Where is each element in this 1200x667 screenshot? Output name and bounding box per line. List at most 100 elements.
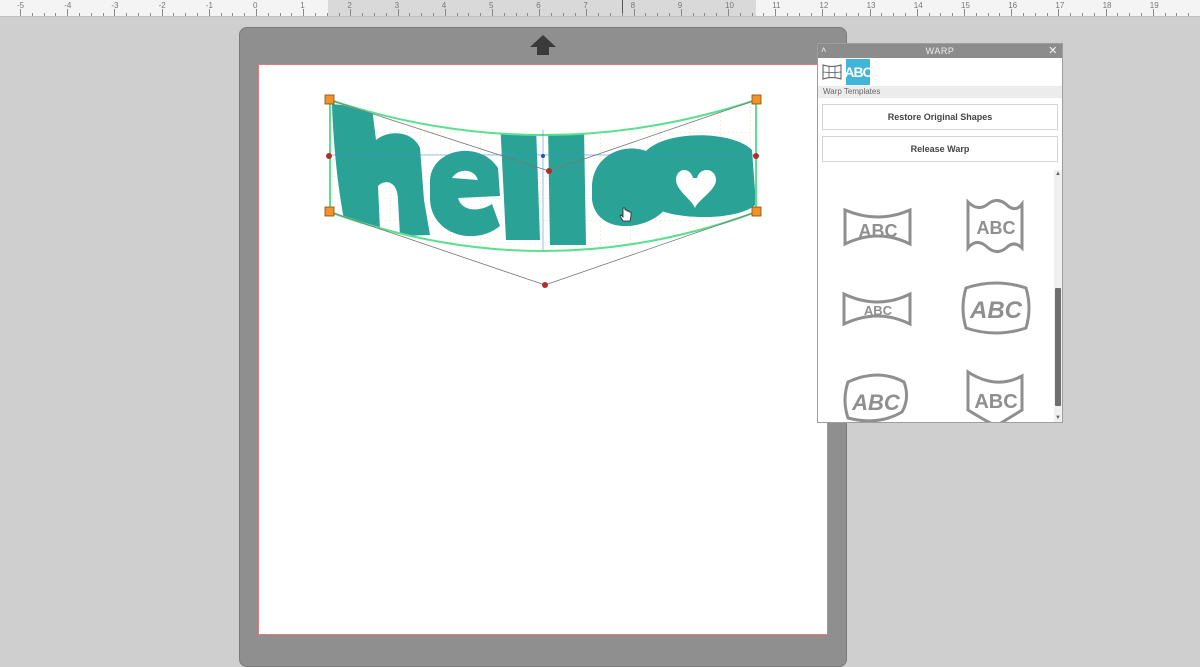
warp-template-arch-in[interactable]: ABC	[838, 198, 918, 268]
ruler-tick	[763, 13, 765, 16]
ruler-tick	[1011, 9, 1013, 16]
scrollbar-thumb[interactable]	[1055, 288, 1061, 406]
ruler-tick	[456, 13, 458, 16]
mesh-warp-tab[interactable]	[820, 59, 844, 85]
warp-template-bulge[interactable]: ABC	[956, 276, 1036, 346]
scroll-up-arrow-icon[interactable]: ▲	[1054, 170, 1062, 178]
ruler-tick	[692, 13, 694, 16]
warp-panel: ˄ WARP ✕ ABC Warp Templates Restore Orig…	[817, 43, 1063, 423]
ruler-tick	[126, 13, 128, 16]
ruler-tick	[952, 13, 954, 16]
ruler-tick	[208, 9, 210, 16]
ruler-tick	[1082, 13, 1083, 16]
ruler-tick	[43, 13, 45, 16]
ruler-tick	[444, 9, 446, 16]
ruler-tick	[79, 13, 80, 16]
ruler-tick	[1034, 13, 1036, 16]
ruler-tick	[338, 13, 340, 16]
template-label: ABC	[859, 221, 898, 241]
ruler-tick	[397, 9, 399, 16]
ruler-tick	[574, 13, 576, 16]
ruler-tick	[1129, 13, 1131, 16]
ruler-tick	[869, 9, 871, 16]
ruler-tick	[303, 9, 305, 16]
ruler-tick	[1176, 13, 1178, 16]
ruler-tick	[374, 13, 375, 16]
ruler-tick	[149, 13, 151, 16]
ruler-number: 19	[1149, 1, 1159, 10]
warp-template-twist[interactable]: ABC	[838, 368, 918, 422]
ruler-tick	[975, 13, 977, 16]
ruler-tick	[492, 9, 493, 16]
ruler-tick	[633, 9, 635, 16]
ruler-tick	[621, 13, 623, 16]
template-label: ABC	[864, 303, 893, 318]
ruler-tick	[928, 13, 930, 16]
release-warp-button[interactable]: Release Warp	[822, 136, 1058, 162]
ruler-tick	[185, 13, 187, 16]
ruler-tick	[704, 13, 706, 16]
ruler-tick	[527, 13, 529, 16]
ruler-tick	[197, 13, 198, 16]
ruler-tick	[244, 13, 246, 16]
mesh-grid-icon	[822, 64, 842, 80]
ruler-tick	[220, 13, 222, 16]
warp-tabs: ABC	[818, 58, 1062, 86]
ruler-tick	[1105, 9, 1107, 16]
ruler-tick	[503, 13, 505, 16]
ruler-tick	[102, 13, 104, 16]
ruler-tick	[610, 13, 611, 16]
ruler-tick	[716, 13, 718, 16]
ruler-tick	[267, 13, 269, 16]
ruler-tick	[598, 13, 600, 16]
template-label: ABC	[974, 391, 1017, 413]
warp-template-bow-tie[interactable]: ABC	[838, 284, 918, 354]
ruler-tick	[1058, 9, 1060, 16]
ruler-tick	[326, 13, 328, 16]
ruler-tick	[515, 13, 517, 16]
warp-template-wave-flag[interactable]: ABC	[956, 194, 1036, 264]
ruler-tick	[751, 13, 753, 16]
ruler-tick	[1152, 9, 1154, 16]
ruler-tick	[999, 13, 1001, 16]
ruler-tick	[1117, 13, 1119, 16]
ruler-tick	[669, 13, 670, 16]
ruler-tick	[881, 13, 883, 16]
ruler-tick	[905, 13, 906, 16]
ruler-tick	[468, 13, 470, 16]
chevron-up-icon[interactable]: ˄	[821, 45, 827, 55]
warp-template-shield[interactable]: ABC	[956, 364, 1036, 422]
text-warp-tab-label: ABC	[844, 64, 872, 80]
ruler-tick	[67, 9, 69, 16]
ruler-tick	[810, 13, 812, 16]
ruler-number: 18	[1102, 1, 1112, 10]
ruler-tick	[173, 13, 175, 16]
ruler-selection-range	[328, 0, 622, 16]
ruler-tick	[1023, 13, 1024, 16]
template-label: ABC	[977, 218, 1016, 238]
close-icon[interactable]: ✕	[1048, 44, 1058, 57]
ruler-tick	[798, 13, 800, 16]
ruler-tick	[657, 13, 659, 16]
ruler-tick	[433, 13, 434, 16]
ruler-tick	[90, 13, 92, 16]
ruler-tick	[916, 9, 918, 16]
text-warp-tab[interactable]: ABC	[844, 59, 873, 85]
ruler-tick	[315, 13, 316, 16]
ruler-tick	[846, 13, 847, 16]
ruler-tick	[539, 9, 541, 16]
ruler-tick	[893, 13, 895, 16]
ruler-tick	[31, 13, 33, 16]
restore-original-shapes-button[interactable]: Restore Original Shapes	[822, 104, 1058, 130]
template-scrollbar[interactable]: ▲ ▼	[1054, 170, 1062, 422]
ruler-tick	[728, 9, 729, 16]
warp-panel-titlebar[interactable]: ˄ WARP ✕	[818, 44, 1062, 58]
scroll-down-arrow-icon[interactable]: ▼	[1054, 414, 1062, 422]
ruler-tick	[279, 13, 281, 16]
design-canvas[interactable]	[258, 64, 828, 635]
ruler-selection-range-right	[622, 0, 756, 16]
ruler-tick	[232, 13, 234, 16]
ruler-tick	[1188, 13, 1190, 16]
ruler-tick	[680, 9, 682, 16]
template-label: ABC	[851, 390, 901, 415]
